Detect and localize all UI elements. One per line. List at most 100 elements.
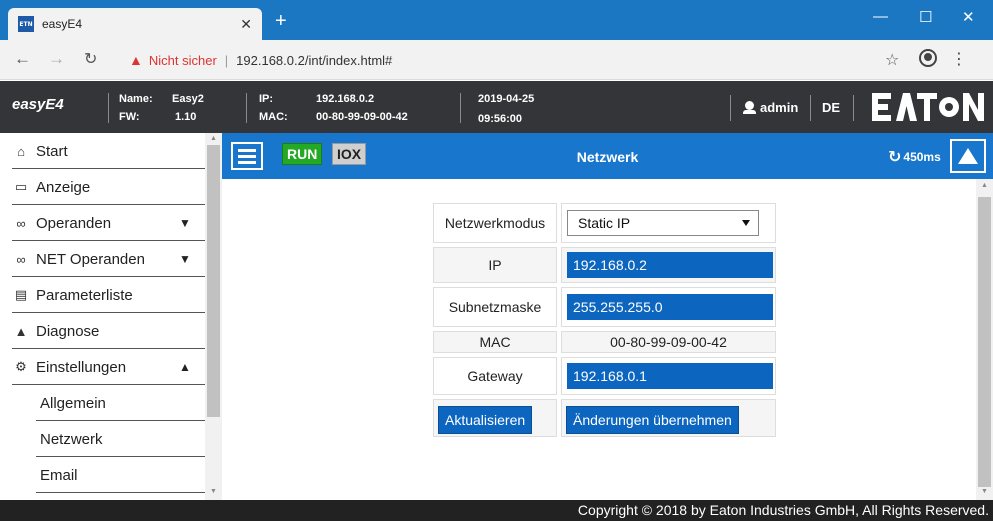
network-mode-label: Netzwerkmodus (433, 203, 557, 243)
network-mode-cell: Static IP (561, 203, 776, 243)
scroll-up-arrow-icon[interactable]: ▲ (205, 135, 222, 142)
sidebar-subitem-email[interactable]: Email (0, 457, 205, 493)
browser-tab-bar: ETN easyE4 ✕ + — ☐ ✕ (0, 0, 993, 40)
address-bar: ← → ↻ ▲ Nicht sicher | 192.168.0.2/int/i… (0, 40, 993, 80)
name-label: Name: (119, 93, 153, 105)
sidebar-item-net-operanden[interactable]: ∞ NET Operanden ▼ (0, 241, 205, 277)
language-selector[interactable]: DE (822, 100, 840, 115)
sidebar-subitem-allgemein[interactable]: Allgemein (0, 385, 205, 421)
header-divider (730, 95, 731, 121)
sidebar-subitem-label: Email (40, 466, 78, 484)
header-divider (246, 93, 247, 123)
new-tab-icon[interactable]: + (275, 10, 287, 33)
scroll-down-arrow-icon[interactable]: ▼ (976, 488, 993, 495)
sidebar-item-label: Diagnose (36, 322, 100, 340)
mac-field-label: MAC (433, 331, 557, 353)
browser-tab[interactable]: ETN easyE4 ✕ (8, 8, 262, 40)
sidebar-item-label: Parameterliste (36, 286, 133, 304)
main-content: Netzwerkmodus Static IP IP 192.168.0.2 S… (222, 179, 993, 500)
url-text: 192.168.0.2/int/index.html# (236, 52, 393, 68)
header-divider (810, 95, 811, 121)
mac-label: MAC: (259, 111, 288, 123)
sidebar-subitem-netzwerk[interactable]: Netzwerk (0, 421, 205, 457)
minimize-icon[interactable]: — (873, 8, 888, 25)
user-icon (743, 101, 756, 114)
gateway-input[interactable]: 192.168.0.1 (567, 363, 773, 389)
refresh-cycle[interactable]: ↻ 450ms (888, 147, 941, 167)
scroll-up-arrow-icon[interactable]: ▲ (976, 182, 993, 189)
warning-icon: ▲ (14, 323, 28, 339)
scroll-top-button[interactable] (950, 139, 986, 173)
ip-value: 192.168.0.2 (316, 93, 375, 105)
collapse-arrow-icon[interactable]: ▲ (179, 360, 199, 374)
network-mode-select[interactable]: Static IP (567, 210, 759, 236)
apply-changes-button[interactable]: Änderungen übernehmen (566, 406, 739, 434)
warning-triangle-icon: ▲ (129, 52, 143, 68)
device-brand: easyE4 (12, 96, 64, 113)
gateway-label: Gateway (433, 357, 557, 395)
sidebar-scroll-thumb[interactable] (207, 145, 220, 417)
dropdown-caret-icon (742, 220, 750, 226)
tab-title: easyE4 (42, 17, 83, 31)
sidebar-scrollbar[interactable]: ▲ ▼ (205, 133, 222, 500)
subnet-cell: 255.255.255.0 (561, 287, 776, 327)
url-divider: | (224, 52, 229, 68)
fw-label: FW: (119, 111, 140, 123)
time-value: 09:56:00 (478, 113, 523, 125)
glasses-icon: ∞ (16, 215, 26, 231)
subnet-label: Subnetzmaske (433, 287, 557, 327)
refresh-timer-icon: ↻ (888, 149, 902, 166)
bookmark-star-icon[interactable]: ☆ (885, 50, 899, 70)
network-mode-value: Static IP (578, 215, 631, 231)
refresh-button[interactable]: Aktualisieren (438, 406, 533, 434)
cycle-value: 450ms (903, 150, 941, 164)
main-scroll-thumb[interactable] (978, 197, 991, 487)
home-icon: ⌂ (17, 143, 25, 159)
refresh-button-cell: Aktualisieren (433, 399, 557, 437)
page-toolbar: RUN IOX Netzwerk ↻ 450ms (222, 133, 993, 179)
sidebar-item-label: NET Operanden (36, 250, 145, 268)
monitor-icon: ▭ (14, 179, 28, 194)
maximize-icon[interactable]: ☐ (919, 8, 932, 26)
main-scrollbar[interactable]: ▲ ▼ (976, 179, 993, 500)
sidebar-item-label: Einstellungen (36, 358, 127, 376)
apply-button-cell: Änderungen übernehmen (561, 399, 776, 437)
header-divider (108, 93, 109, 123)
subnet-input[interactable]: 255.255.255.0 (567, 294, 773, 320)
sidebar-item-diagnose[interactable]: ▲ Diagnose (0, 313, 205, 349)
sidebar-item-label: Anzeige (36, 178, 91, 196)
page-title: Netzwerk (576, 149, 639, 165)
forward-arrow-icon[interactable]: → (48, 49, 65, 69)
sidebar-item-einstellungen[interactable]: ⚙ Einstellungen ▲ (0, 349, 205, 385)
sidebar-item-label: Start (36, 142, 68, 160)
eaton-favicon-icon: ETN (18, 16, 34, 32)
sidebar-item-parameterliste[interactable]: ▤ Parameterliste (0, 277, 205, 313)
copyright-text: Copyright © 2018 by Eaton Industries Gmb… (577, 502, 989, 518)
user-name: admin (760, 100, 799, 115)
ip-input[interactable]: 192.168.0.2 (567, 252, 773, 278)
mac-value: 00-80-99-09-00-42 (316, 111, 408, 123)
sidebar-item-operanden[interactable]: ∞ Operanden ▼ (0, 205, 205, 241)
eaton-logo (872, 93, 984, 121)
gear-icon: ⚙ (15, 359, 27, 374)
sidebar-item-anzeige[interactable]: ▭ Anzeige (0, 169, 205, 205)
expand-arrow-icon[interactable]: ▼ (179, 252, 199, 266)
browser-menu-icon[interactable]: ⋮ (951, 49, 967, 69)
window-close-icon[interactable]: ✕ (962, 8, 975, 26)
url-field[interactable]: ▲ Nicht sicher | 192.168.0.2/int/index.h… (129, 52, 392, 68)
tab-close-icon[interactable]: ✕ (240, 16, 252, 33)
sidebar-item-start[interactable]: ⌂ Start (0, 133, 205, 169)
reload-icon[interactable]: ↻ (84, 49, 97, 69)
header-divider (460, 93, 461, 123)
account-icon[interactable] (919, 49, 937, 67)
back-arrow-icon[interactable]: ← (14, 49, 31, 69)
glasses-icon: ∞ (16, 251, 26, 267)
ip-label: IP: (259, 93, 274, 105)
scroll-down-arrow-icon[interactable]: ▼ (205, 488, 222, 495)
ip-field-cell: 192.168.0.2 (561, 247, 776, 283)
expand-arrow-icon[interactable]: ▼ (179, 216, 199, 230)
list-icon: ▤ (14, 287, 28, 302)
user-menu[interactable]: admin (743, 100, 799, 115)
footer: Copyright © 2018 by Eaton Industries Gmb… (0, 500, 993, 521)
sidebar-subitem-label: Allgemein (40, 394, 106, 412)
